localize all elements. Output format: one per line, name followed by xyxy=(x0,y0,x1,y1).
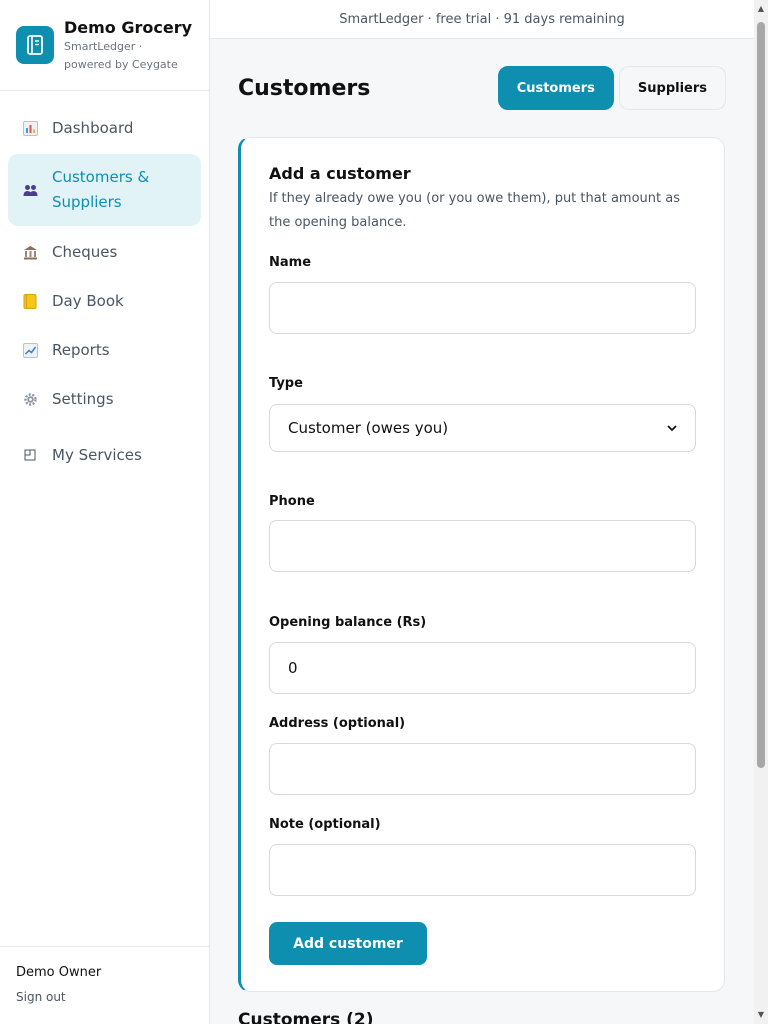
window-icon xyxy=(22,447,38,463)
opening-balance-input[interactable]: 0 xyxy=(269,642,696,694)
page-scrollbar[interactable]: ▲ ▼ xyxy=(754,0,768,1024)
name-label: Name xyxy=(269,255,312,270)
type-label: Type xyxy=(269,376,303,391)
type-select[interactable]: Customer (owes you) xyxy=(269,404,696,452)
tab-customers[interactable]: Customers xyxy=(497,66,614,110)
gear-icon xyxy=(22,391,38,407)
sidebar: Demo Grocery SmartLedger · powered by Ce… xyxy=(0,0,210,1024)
sidebar-item-label: My Services xyxy=(52,446,142,464)
view-tabs: Customers Suppliers xyxy=(497,66,726,110)
sidebar-item-my-services[interactable]: My Services xyxy=(8,431,201,479)
sidebar-item-label: Cheques xyxy=(52,243,118,261)
add-customer-card: Add a customer If they already owe you (… xyxy=(238,137,725,992)
name-input[interactable] xyxy=(269,282,696,334)
form-description: If they already owe you (or you owe them… xyxy=(269,191,680,230)
sidebar-nav: Dashboard Customers & Suppliers Cheques … xyxy=(0,91,209,479)
add-customer-button[interactable]: Add customer xyxy=(269,922,427,965)
sidebar-item-day-book[interactable]: Day Book xyxy=(8,277,201,325)
sign-out-link[interactable]: Sign out xyxy=(16,990,193,1004)
sidebar-item-label: Settings xyxy=(52,390,114,408)
sidebar-item-cheques[interactable]: Cheques xyxy=(8,228,201,276)
line-chart-icon xyxy=(22,342,38,358)
trial-banner: SmartLedger · free trial · 91 days remai… xyxy=(210,0,754,39)
type-select-value: Customer (owes you) xyxy=(288,419,449,437)
form-title: Add a customer xyxy=(269,164,411,183)
sidebar-item-label: Reports xyxy=(52,341,110,359)
main-content: Customers Customers Suppliers Add a cust… xyxy=(238,39,726,992)
brand-name: Demo Grocery xyxy=(64,18,193,37)
scroll-down-icon[interactable]: ▼ xyxy=(757,1010,765,1020)
scroll-thumb[interactable] xyxy=(757,22,765,768)
brand-subtitle: SmartLedger · powered by Ceygate xyxy=(64,40,178,71)
address-input[interactable] xyxy=(269,743,696,795)
address-label: Address (optional) xyxy=(269,716,406,731)
sidebar-item-settings[interactable]: Settings xyxy=(8,375,201,423)
chevron-down-icon xyxy=(667,422,677,435)
sidebar-item-label: Customers & Suppliers xyxy=(52,168,150,211)
note-label: Note (optional) xyxy=(269,817,381,832)
phone-input[interactable] xyxy=(269,520,696,572)
ledger-book-icon xyxy=(16,26,54,64)
bank-icon xyxy=(22,244,38,260)
scroll-up-icon[interactable]: ▲ xyxy=(757,4,765,14)
sidebar-item-label: Dashboard xyxy=(52,119,134,137)
phone-label: Phone xyxy=(269,494,315,509)
brand: Demo Grocery SmartLedger · powered by Ce… xyxy=(0,0,209,91)
user-name: Demo Owner xyxy=(16,965,102,980)
people-icon xyxy=(22,182,38,198)
opening-balance-label: Opening balance (Rs) xyxy=(269,615,427,630)
notebook-icon xyxy=(22,293,38,309)
user-panel: Demo Owner Sign out xyxy=(0,946,209,1024)
sidebar-item-customers-suppliers[interactable]: Customers & Suppliers xyxy=(8,154,201,226)
sidebar-item-reports[interactable]: Reports xyxy=(8,326,201,374)
page-title: Customers xyxy=(238,75,371,101)
bar-chart-icon xyxy=(22,120,38,136)
tab-suppliers[interactable]: Suppliers xyxy=(618,66,726,110)
sidebar-item-label: Day Book xyxy=(52,292,124,310)
sidebar-item-dashboard[interactable]: Dashboard xyxy=(8,104,201,152)
customers-list-title: Customers (2) xyxy=(238,1010,374,1024)
page-header: Customers Customers Suppliers xyxy=(238,39,726,137)
note-input[interactable] xyxy=(269,844,696,896)
